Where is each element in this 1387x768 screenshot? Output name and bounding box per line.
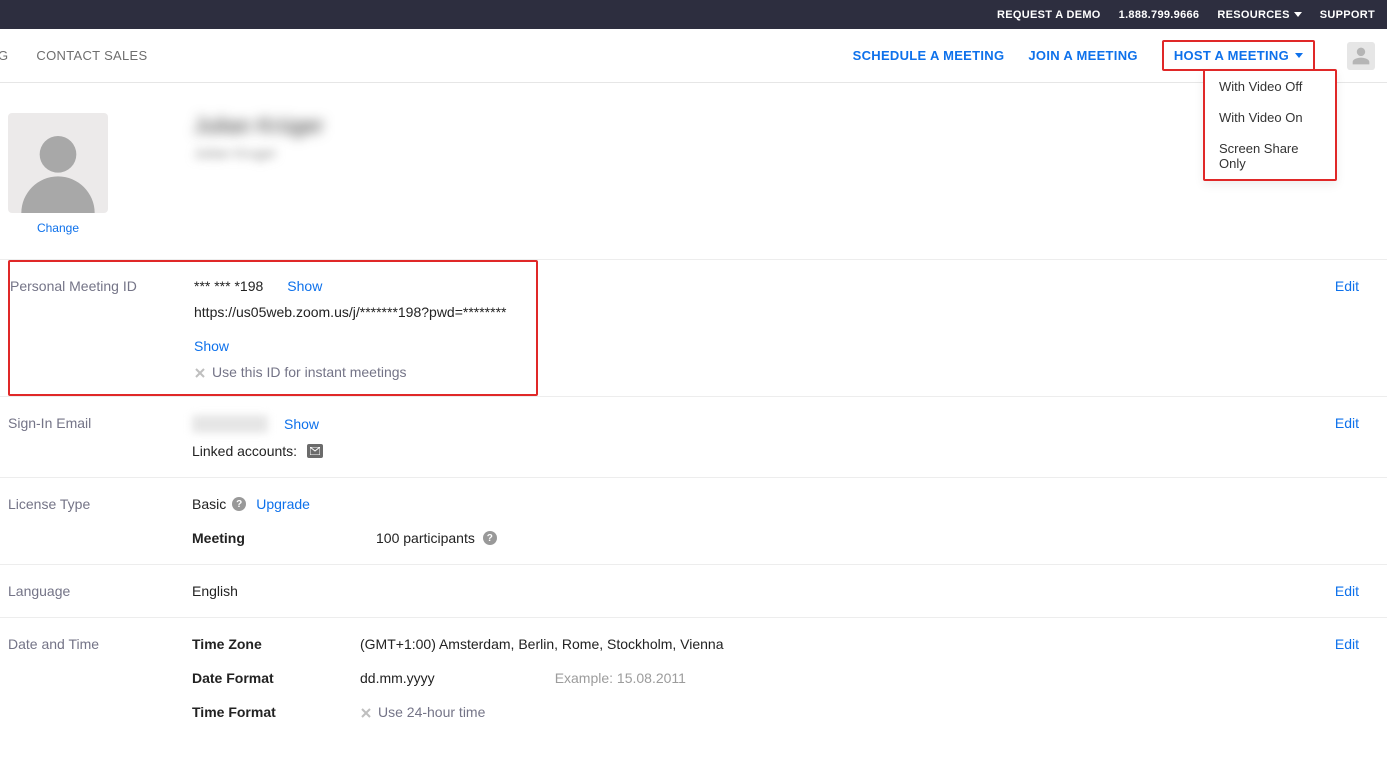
phone-number[interactable]: 1.888.799.9666: [1119, 9, 1200, 21]
profile-header: Change Julian Krüger Julian Kruger: [0, 83, 1387, 259]
global-top-bar: REQUEST A DEMO 1.888.799.9666 RESOURCES …: [0, 0, 1387, 29]
chevron-down-icon: [1294, 12, 1302, 17]
user-avatar-button[interactable]: [1347, 42, 1375, 70]
pmi-url-value: https://us05web.zoom.us/j/*******198?pwd…: [194, 304, 506, 320]
profile-display-name: Julian Krüger: [194, 113, 324, 139]
license-type-row: License Type Basic ? Upgrade Meeting 100…: [0, 477, 1387, 564]
host-meeting-dropdown: With Video Off With Video On Screen Shar…: [1203, 69, 1337, 181]
request-demo-link[interactable]: REQUEST A DEMO: [997, 9, 1101, 21]
user-icon: [1351, 46, 1371, 66]
personal-meeting-id-row: Personal Meeting ID *** *** *198 Show ht…: [0, 259, 1387, 396]
dropdown-item-screen-share[interactable]: Screen Share Only: [1205, 133, 1335, 179]
change-avatar-link[interactable]: Change: [37, 221, 79, 235]
pmi-label: Personal Meeting ID: [10, 278, 194, 380]
date-time-edit-link[interactable]: Edit: [1335, 636, 1359, 652]
sign-in-email-edit-link[interactable]: Edit: [1335, 415, 1359, 431]
pmi-id-value: *** *** *198: [194, 278, 263, 294]
linked-accounts-label: Linked accounts:: [192, 443, 297, 459]
license-meeting-value: 100 participants: [376, 530, 475, 546]
pmi-instant-label: Use this ID for instant meetings: [212, 364, 407, 380]
sign-in-email-show-link[interactable]: Show: [284, 416, 319, 432]
profile-sub-name: Julian Kruger: [194, 145, 324, 161]
resources-dropdown[interactable]: RESOURCES: [1217, 9, 1301, 21]
time-format-toggle[interactable]: Use 24-hour time: [360, 704, 485, 720]
time-format-value: Use 24-hour time: [378, 704, 485, 720]
language-value: English: [192, 583, 1361, 599]
dropdown-item-video-on[interactable]: With Video On: [1205, 102, 1335, 133]
date-format-key: Date Format: [192, 670, 360, 686]
language-row: Language English Edit: [0, 564, 1387, 617]
pmi-edit-link[interactable]: Edit: [1335, 278, 1359, 294]
resources-label: RESOURCES: [1217, 9, 1289, 21]
date-time-row: Date and Time Time Zone (GMT+1:00) Amste…: [0, 617, 1387, 738]
contact-sales-link[interactable]: CONTACT SALES: [36, 48, 147, 63]
user-icon: [14, 125, 102, 213]
date-time-label: Date and Time: [8, 636, 192, 720]
help-icon[interactable]: ?: [232, 497, 246, 511]
language-label: Language: [8, 583, 192, 599]
timezone-value: (GMT+1:00) Amsterdam, Berlin, Rome, Stoc…: [360, 636, 724, 652]
profile-name-block: Julian Krüger Julian Kruger: [194, 113, 324, 161]
license-type-label: License Type: [8, 496, 192, 546]
support-link[interactable]: SUPPORT: [1320, 9, 1375, 21]
host-meeting-label: HOST A MEETING: [1174, 48, 1289, 63]
time-format-key: Time Format: [192, 704, 360, 720]
avatar-section: Change: [8, 113, 108, 235]
chevron-down-icon: [1295, 53, 1303, 58]
sign-in-email-value: [192, 415, 268, 433]
date-format-example: Example: 15.08.2011: [555, 670, 686, 686]
close-icon: [194, 366, 206, 378]
license-meeting-key: Meeting: [192, 530, 376, 546]
pmi-instant-toggle[interactable]: Use this ID for instant meetings: [194, 364, 520, 380]
avatar-image: [8, 113, 108, 213]
host-meeting-button[interactable]: HOST A MEETING: [1162, 40, 1315, 71]
linked-account-email-icon[interactable]: [307, 444, 323, 458]
mail-icon: [310, 447, 320, 455]
timezone-key: Time Zone: [192, 636, 360, 652]
help-icon[interactable]: ?: [483, 531, 497, 545]
join-meeting-link[interactable]: JOIN A MEETING: [1028, 48, 1137, 63]
schedule-meeting-link[interactable]: SCHEDULE A MEETING: [853, 48, 1005, 63]
date-format-value: dd.mm.yyyy: [360, 670, 435, 686]
sign-in-email-row: Sign-In Email Show Linked accounts: Edit: [0, 396, 1387, 477]
secondary-nav: G CONTACT SALES SCHEDULE A MEETING JOIN …: [0, 29, 1387, 83]
sign-in-email-label: Sign-In Email: [8, 415, 192, 459]
upgrade-link[interactable]: Upgrade: [256, 496, 310, 512]
license-basic-value: Basic: [192, 496, 226, 512]
nav-item-truncated[interactable]: G: [0, 48, 8, 63]
pmi-id-show-link[interactable]: Show: [287, 278, 322, 294]
close-icon: [360, 706, 372, 718]
dropdown-item-video-off[interactable]: With Video Off: [1205, 71, 1335, 102]
language-edit-link[interactable]: Edit: [1335, 583, 1359, 599]
pmi-url-show-link[interactable]: Show: [194, 338, 229, 354]
profile-content: Change Julian Krüger Julian Kruger Perso…: [0, 83, 1387, 768]
